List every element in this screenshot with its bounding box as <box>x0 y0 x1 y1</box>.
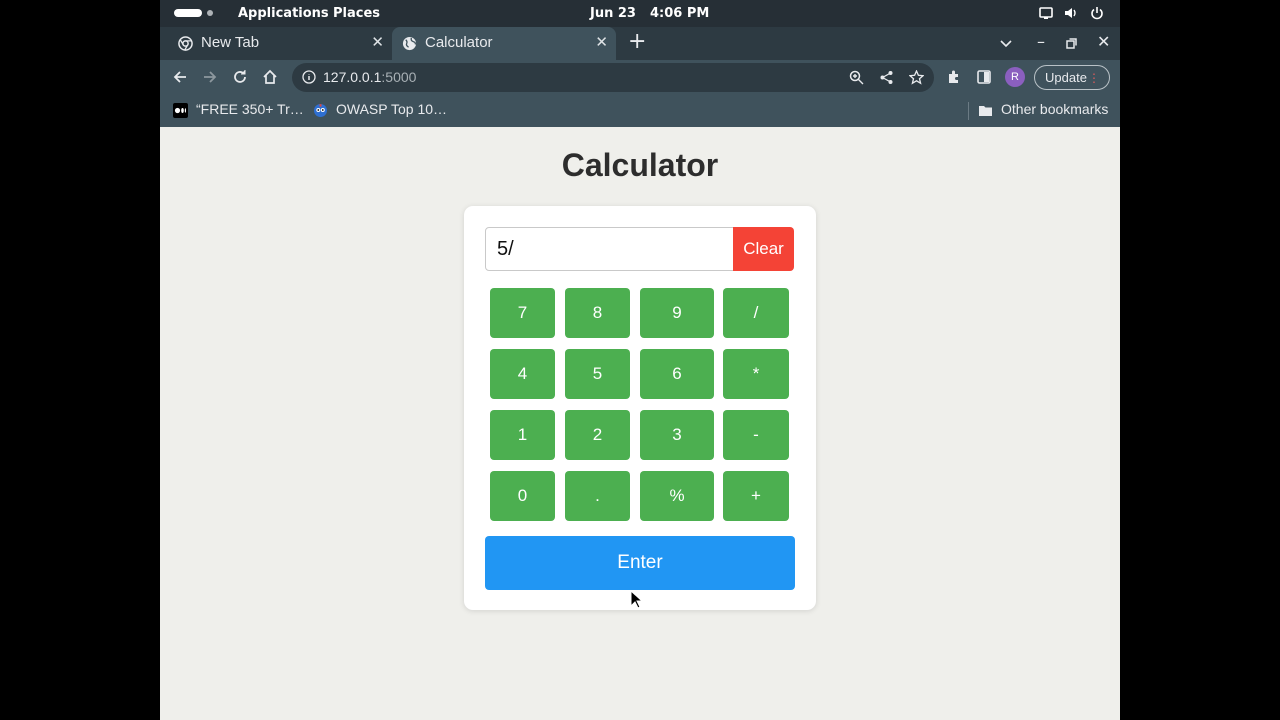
share-icon[interactable] <box>879 70 894 85</box>
key-7[interactable]: 7 <box>490 288 555 338</box>
url-host: 127.0.0.1 <box>323 69 382 85</box>
close-tab-icon[interactable]: ✕ <box>595 33 608 51</box>
update-button[interactable]: Update ⋮ <box>1034 65 1110 90</box>
key-0[interactable]: 0 <box>490 471 555 521</box>
tab-strip: New Tab ✕ Calculator ✕ + – ✕ <box>160 27 1120 60</box>
bookmarks-separator <box>968 102 969 120</box>
forward-arrow-icon[interactable] <box>201 68 219 86</box>
new-tab-button[interactable]: + <box>628 31 646 53</box>
update-label: Update <box>1045 70 1087 85</box>
key-subtract[interactable]: - <box>723 410 789 460</box>
reload-icon[interactable] <box>231 68 249 86</box>
key-2[interactable]: 2 <box>565 410 630 460</box>
screen: Applications Places Jun 23 4:06 PM New Ta… <box>160 0 1120 720</box>
url-port: :5000 <box>381 69 417 85</box>
site-info-icon[interactable] <box>302 70 316 84</box>
minimize-icon[interactable]: – <box>1037 32 1045 51</box>
calculator-display[interactable]: 5/ <box>485 227 734 271</box>
page-content: Calculator 5/ Clear 7 8 9 / 4 5 6 * 1 2 … <box>160 127 1120 720</box>
key-6[interactable]: 6 <box>640 349 714 399</box>
side-panel-icon[interactable] <box>976 69 992 85</box>
key-5[interactable]: 5 <box>565 349 630 399</box>
browser-toolbar: 127.0.0.1:5000 R Update ⋮ <box>160 60 1120 95</box>
bookmarks-bar: “FREE 350+ Tr… OWASP Top 10… Other bookm… <box>160 95 1120 127</box>
applications-menu[interactable]: Applications <box>238 6 329 21</box>
places-menu[interactable]: Places <box>333 6 380 21</box>
mouse-pointer-icon <box>630 590 642 609</box>
key-multiply[interactable]: * <box>723 349 789 399</box>
restore-icon[interactable] <box>1066 38 1077 49</box>
key-percent[interactable]: % <box>640 471 714 521</box>
owasp-icon <box>314 104 327 117</box>
chrome-icon <box>178 36 193 51</box>
globe-icon <box>402 36 417 51</box>
power-icon[interactable] <box>1090 6 1104 20</box>
bookmark-star-icon[interactable] <box>909 70 924 85</box>
screen-icon[interactable] <box>1039 6 1053 20</box>
key-3[interactable]: 3 <box>640 410 714 460</box>
profile-avatar[interactable]: R <box>1005 67 1025 87</box>
activities-indicator[interactable] <box>174 9 202 17</box>
calculator-card: 5/ Clear 7 8 9 / 4 5 6 * 1 2 3 - 0 . % +… <box>464 206 816 610</box>
key-9[interactable]: 9 <box>640 288 714 338</box>
clear-button[interactable]: Clear <box>733 227 794 271</box>
tab-title: Calculator <box>425 34 493 51</box>
bookmark-label: “FREE 350+ Tr… <box>196 101 304 117</box>
close-window-icon[interactable]: ✕ <box>1097 32 1110 51</box>
address-bar[interactable]: 127.0.0.1:5000 <box>292 63 934 92</box>
volume-icon[interactable] <box>1064 6 1078 20</box>
bookmark-label: OWASP Top 10… <box>336 101 448 117</box>
gnome-top-bar: Applications Places Jun 23 4:06 PM <box>160 0 1120 27</box>
clock-time: 4:06 PM <box>649 6 710 21</box>
menu-dots-icon: ⋮ <box>1088 71 1100 85</box>
key-4[interactable]: 4 <box>490 349 555 399</box>
key-divide[interactable]: / <box>723 288 789 338</box>
tab-search-chevron-icon[interactable] <box>1000 39 1012 49</box>
folder-icon <box>979 106 992 116</box>
url-text[interactable]: 127.0.0.1:5000 <box>323 69 416 85</box>
close-tab-icon[interactable]: ✕ <box>371 33 384 51</box>
workspace-dot <box>207 10 213 16</box>
page-title: Calculator <box>561 147 719 183</box>
other-bookmarks-label: Other bookmarks <box>1001 101 1109 117</box>
zoom-icon[interactable] <box>849 70 864 85</box>
home-icon[interactable] <box>261 68 279 86</box>
medium-icon <box>173 103 188 118</box>
enter-button[interactable]: Enter <box>485 536 795 590</box>
clock-date: Jun 23 <box>590 6 636 21</box>
tab-calculator[interactable]: Calculator ✕ <box>392 27 616 60</box>
extensions-puzzle-icon[interactable] <box>946 69 962 85</box>
tab-title: New Tab <box>201 34 260 51</box>
back-arrow-icon[interactable] <box>171 68 189 86</box>
clock[interactable]: Jun 23 4:06 PM <box>590 6 723 21</box>
key-1[interactable]: 1 <box>490 410 555 460</box>
key-decimal[interactable]: . <box>565 471 630 521</box>
tab-new-tab[interactable]: New Tab ✕ <box>168 27 392 60</box>
key-8[interactable]: 8 <box>565 288 630 338</box>
key-add[interactable]: + <box>723 471 789 521</box>
